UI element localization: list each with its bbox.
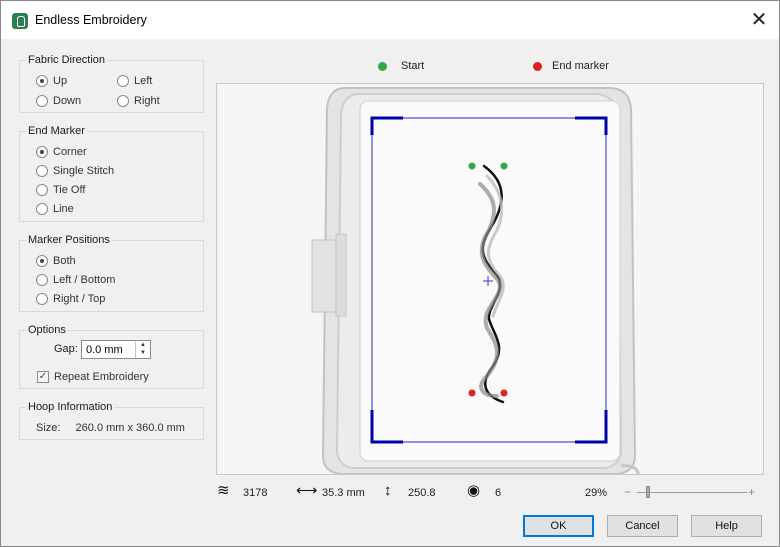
palette-icon: ◉ [467, 482, 481, 499]
zoom-level: 29% [585, 487, 608, 499]
color-count: 6 [495, 487, 502, 499]
radio-label: Left / Bottom [53, 274, 116, 286]
width-arrow-icon: ⟷ [296, 482, 318, 499]
status-bar: ≋ 3178 ⟷ 35.3 mm ↕ 250.8 ◉ 6 29% − + [216, 481, 764, 505]
radio-label: Tie Off [53, 184, 86, 196]
end-marker-right [500, 389, 508, 397]
repeat-embroidery-label: Repeat Embroidery [54, 371, 149, 383]
radio-label: Both [53, 255, 76, 267]
spin-down-icon[interactable]: ▼ [136, 349, 150, 357]
stitch-count: 3178 [243, 487, 268, 499]
radio-dot [36, 184, 48, 196]
height-arrow-icon: ↕ [384, 482, 392, 499]
radio-dot [117, 75, 129, 87]
radio-down[interactable]: Down [36, 93, 81, 109]
radio-both[interactable]: Both [36, 253, 76, 269]
radio-dot [117, 95, 129, 107]
radio-dot [36, 75, 48, 87]
fabric-direction-group: Fabric Direction Up Left Down Right [19, 54, 204, 113]
hoop-clamp-inner [335, 233, 347, 317]
start-marker-left [468, 162, 476, 170]
hoop-information-group: Hoop Information Size: 260.0 mm x 360.0 … [19, 401, 204, 440]
legend-start: Start [378, 60, 424, 72]
zoom-out-button[interactable]: − [624, 485, 631, 499]
hoop-information-title: Hoop Information [26, 401, 115, 413]
hoop-clamp [311, 239, 337, 313]
start-marker-right [500, 162, 508, 170]
gap-spinner: ▲ ▼ [135, 341, 150, 358]
design-height: 250.8 [408, 487, 436, 499]
radio-dot [36, 203, 48, 215]
window-title: Endless Embroidery [35, 13, 147, 27]
radio-dot [36, 146, 48, 158]
embroidery-preview[interactable] [216, 83, 764, 475]
stitch-count-icon: ≋ [217, 482, 230, 499]
help-button[interactable]: Help [691, 515, 762, 537]
marker-positions-group: Marker Positions Both Left / Bottom Righ… [19, 234, 204, 312]
marker-positions-title: Marker Positions [26, 234, 112, 246]
start-dot-icon [378, 61, 387, 71]
radio-label: Right [134, 95, 160, 107]
radio-dot [36, 95, 48, 107]
radio-label: Down [53, 95, 82, 107]
legend-end: End marker [533, 60, 609, 72]
zoom-slider-thumb[interactable] [646, 486, 650, 498]
zoom-track [637, 492, 747, 493]
radio-label: Right / Top [53, 293, 106, 305]
options-title: Options [26, 324, 68, 336]
radio-label: Corner [53, 146, 87, 158]
endless-embroidery-dialog: Endless Embroidery ✕ Fabric Direction Up… [0, 0, 780, 547]
design-width: 35.3 mm [322, 487, 365, 499]
radio-label: Single Stitch [53, 165, 115, 177]
cancel-button[interactable]: Cancel [607, 515, 678, 537]
gap-label: Gap: [54, 343, 78, 355]
radio-left-bottom[interactable]: Left / Bottom [36, 272, 115, 288]
legend-end-label: End marker [552, 60, 609, 72]
hoop-size-value: 260.0 mm x 360.0 mm [75, 422, 185, 434]
close-button[interactable]: ✕ [747, 9, 771, 33]
radio-tie-off[interactable]: Tie Off [36, 182, 85, 198]
repeat-embroidery-checkbox[interactable]: ✓ Repeat Embroidery [37, 371, 149, 383]
legend-start-label: Start [401, 60, 425, 72]
zoom-in-button[interactable]: + [748, 485, 755, 499]
options-group: Options Gap: ▲ ▼ ✓ Repeat Embroidery [19, 324, 204, 389]
app-icon [12, 13, 28, 29]
ok-button[interactable]: OK [523, 515, 594, 537]
radio-label: Up [53, 75, 68, 87]
hoop-preview-svg [311, 87, 641, 474]
radio-up[interactable]: Up [36, 73, 67, 89]
hoop-size-row: Size: 260.0 mm x 360.0 mm [36, 422, 185, 434]
radio-dot [36, 293, 48, 305]
title-bar: Endless Embroidery ✕ [1, 1, 779, 39]
hoop-size-label: Size: [36, 422, 61, 434]
fabric-direction-title: Fabric Direction [26, 54, 108, 66]
end-marker-title: End Marker [26, 125, 87, 137]
check-icon: ✓ [37, 371, 49, 383]
end-marker-group: End Marker Corner Single Stitch Tie Off … [19, 125, 204, 222]
spin-up-icon[interactable]: ▲ [136, 341, 150, 349]
end-marker-left [468, 389, 476, 397]
radio-left[interactable]: Left [117, 73, 152, 89]
radio-dot [36, 274, 48, 286]
end-dot-icon [533, 61, 542, 71]
radio-right[interactable]: Right [117, 93, 160, 109]
radio-dot [36, 165, 48, 177]
radio-label: Left [134, 75, 153, 87]
radio-right-top[interactable]: Right / Top [36, 291, 105, 307]
radio-line[interactable]: Line [36, 201, 74, 217]
radio-dot [36, 255, 48, 267]
radio-label: Line [53, 203, 74, 215]
radio-corner[interactable]: Corner [36, 144, 87, 160]
radio-single-stitch[interactable]: Single Stitch [36, 163, 114, 179]
